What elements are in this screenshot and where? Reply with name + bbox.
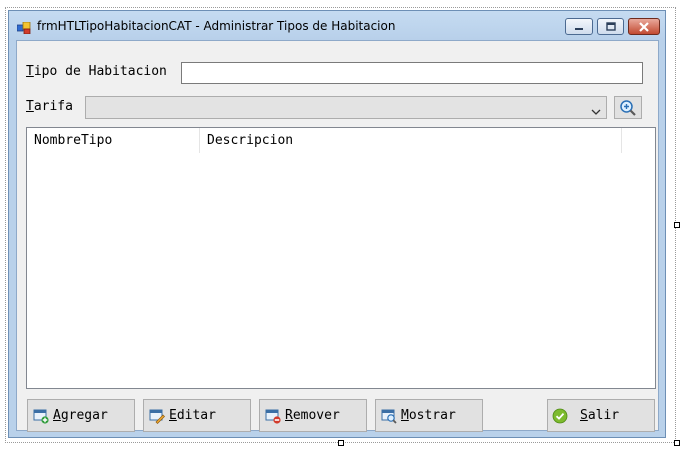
agregar-label: Agregar [53,408,108,423]
check-icon [552,408,568,424]
tipo-label-mnemonic: T [26,64,34,79]
tipo-habitacion-label: Tipo de Habitacion [26,64,167,79]
maximize-button[interactable] [597,18,624,35]
salir-button[interactable]: Salir [547,399,655,432]
tipo-label-text: ipo de Habitacion [33,64,167,79]
tarifa-search-button[interactable] [614,96,642,119]
resize-grip-bottom[interactable] [338,440,344,446]
remover-label: Remover [285,408,340,423]
mostrar-text: ostrar [408,408,456,423]
tarifa-label-mnemonic: T [26,99,34,114]
minimize-button[interactable] [565,18,593,35]
resize-grip-right[interactable] [674,222,680,228]
editar-mnemonic: E [169,408,177,423]
salir-label: Salir [580,408,619,423]
remover-text: emover [292,408,340,423]
salir-mnemonic: S [580,408,588,423]
remove-icon [265,408,281,424]
close-icon [639,21,649,32]
tarifa-combobox[interactable] [85,96,607,119]
tarifa-label: Tarifa [26,99,73,114]
edit-icon [149,408,165,424]
resize-grip-corner[interactable] [674,440,680,446]
tipo-habitacion-input[interactable] [181,62,643,84]
editar-label: Editar [169,408,216,423]
chevron-down-icon[interactable] [590,102,602,115]
magnifier-plus-icon [620,99,636,116]
close-button[interactable] [628,18,660,35]
column-header-nombretipo[interactable]: NombreTipo [27,128,200,153]
form-icon [16,19,31,35]
window-title: frmHTLTipoHabitacionCAT - Administrar Ti… [37,19,396,33]
salir-text: alir [587,408,620,423]
mostrar-label: Mostrar [401,408,456,423]
editar-button[interactable]: Editar [143,399,251,432]
form-client-area: Tipo de Habitacion Tarifa NombreTipo Des… [16,40,659,432]
view-icon [381,408,397,424]
mostrar-button[interactable]: Mostrar [375,399,483,432]
mostrar-mnemonic: M [401,408,409,423]
minimize-icon [575,27,583,30]
agregar-text: gregar [60,408,108,423]
agregar-mnemonic: A [53,408,61,423]
add-icon [33,408,49,424]
tipos-listview[interactable]: NombreTipo Descripcion [26,127,656,389]
title-bar[interactable]: frmHTLTipoHabitacionCAT - Administrar Ti… [9,11,665,40]
editar-text: ditar [176,408,216,423]
tarifa-label-text: arifa [33,99,73,114]
remover-mnemonic: R [285,408,293,423]
maximize-icon [605,22,616,31]
form-window: frmHTLTipoHabitacionCAT - Administrar Ti… [8,10,666,438]
agregar-button[interactable]: Agregar [27,399,135,432]
remover-button[interactable]: Remover [259,399,367,432]
column-header-descripcion[interactable]: Descripcion [200,128,622,153]
